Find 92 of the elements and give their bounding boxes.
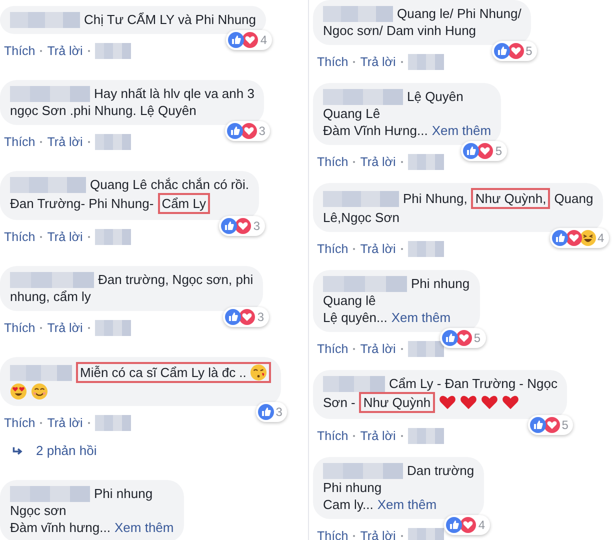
reaction-count-text: 5: [562, 418, 568, 432]
highlighted-text: Như Quỳnh: [359, 392, 435, 413]
comment-action-link[interactable]: Thích: [317, 427, 348, 445]
reaction-count-text: 5: [526, 44, 532, 58]
comment-action-link[interactable]: Thích: [317, 240, 348, 258]
comment-text: Phi Nhung,: [403, 190, 468, 207]
comment-text: Đan trường, Ngọc sơn, phi: [98, 271, 254, 288]
comment-text: Quang: [554, 190, 594, 207]
reaction-count-text: 5: [474, 331, 481, 345]
comment-text: Phi nhung: [94, 485, 153, 502]
blurred-time-icon: [408, 528, 444, 540]
reaction-count-text: 4: [260, 33, 268, 47]
blurred-time-icon: [408, 241, 444, 257]
comment-text: Hay nhất là hlv qle va anh 3: [94, 85, 254, 102]
blurred-time-icon: [94, 229, 131, 245]
comment-text: Đan Trường- Phi Nhung-: [10, 195, 154, 212]
blurred-name-icon: [323, 376, 385, 392]
comment-action-link[interactable]: Trả lời: [47, 133, 83, 151]
blurred-name-icon: [323, 276, 407, 292]
highlighted-text: Cẩm Ly: [158, 193, 210, 214]
comment-text: Lệ quyên...: [323, 309, 388, 326]
comment-action-link[interactable]: Trả lời: [47, 414, 83, 432]
comment-action-link[interactable]: Thích: [4, 414, 36, 432]
comment-action-link[interactable]: Trả lời: [360, 527, 396, 540]
comment-text: Quang Lê: [323, 105, 380, 122]
comment-action-link[interactable]: Thích: [4, 228, 36, 246]
comment-text: Sơn -: [323, 394, 356, 411]
blurred-time-icon: [94, 134, 131, 150]
comment-action-link[interactable]: Trả lời: [360, 240, 396, 258]
reaction-count-text: 4: [478, 518, 486, 532]
comment-text: Quang lê: [323, 292, 376, 309]
blurred-time-icon: [94, 320, 131, 336]
comment-action-link[interactable]: Trả lời: [360, 153, 396, 171]
see-more-link[interactable]: Xem thêm: [377, 496, 437, 513]
reaction-count-text: 5: [495, 144, 502, 158]
blurred-name-icon: [323, 88, 403, 104]
blurred-time-icon: [408, 54, 444, 70]
blurred-name-icon: [323, 462, 403, 478]
blurred-time-icon: [94, 415, 131, 431]
see-more-link[interactable]: Xem thêm: [391, 309, 451, 326]
comment-text: ngọc Sơn .phi Nhung. Lệ Quyên: [10, 102, 196, 119]
comment-text: Lê,Ngọc Sơn: [323, 209, 400, 226]
blurred-name-icon: [10, 364, 72, 380]
blurred-name-icon: [323, 190, 399, 206]
comment-action-link[interactable]: Thích: [317, 53, 348, 71]
reaction-count-text: 3: [276, 405, 282, 419]
comment-action-link[interactable]: Thích: [4, 42, 36, 60]
comment-action-link[interactable]: Thích: [317, 527, 348, 540]
comment-text: Cam ly...: [323, 496, 374, 513]
blurred-time-icon: [94, 43, 131, 59]
blurred-name-icon: [10, 176, 86, 192]
comment-action-link[interactable]: Trả lời: [47, 42, 83, 60]
comment-text: Quang le/ Phi Nhung/: [397, 5, 522, 22]
comment-action-link[interactable]: Trả lời: [360, 340, 396, 358]
comment-action-link[interactable]: Trả lời: [360, 53, 396, 71]
comment-text: Đàm vĩnh hưng...: [10, 519, 110, 536]
blurred-time-icon: [408, 154, 444, 170]
see-more-link[interactable]: Xem thêm: [432, 122, 492, 139]
comment-action-link[interactable]: Thích: [317, 340, 348, 358]
comment-text: Phi nhung: [411, 275, 470, 292]
comment-action-link[interactable]: Trả lời: [47, 228, 83, 246]
blurred-name-icon: [323, 6, 393, 22]
comment-action-link[interactable]: Thích: [4, 319, 36, 337]
blurred-time-icon: [408, 428, 444, 444]
comment-text: Ngoc sơn/ Dam vinh Hung: [323, 22, 476, 39]
reply-arrow-icon: [12, 446, 24, 456]
replies-link[interactable]: 2 phản hồi: [36, 442, 97, 460]
comment-action-link[interactable]: Trả lời: [47, 319, 83, 337]
blurred-name-icon: [10, 272, 94, 288]
see-more-link[interactable]: Xem thêm: [114, 519, 174, 536]
comment-action-link[interactable]: Thích: [317, 153, 348, 171]
comment-text: nhung, cẩm ly: [10, 288, 91, 305]
highlighted-text: Như Quỳnh,: [471, 188, 550, 209]
blurred-name-icon: [10, 486, 90, 502]
reaction-count-text: 3: [253, 219, 260, 233]
comment-action-link[interactable]: Thích: [4, 133, 36, 151]
reaction-count-text: 3: [257, 310, 264, 324]
comment-text: Cẩm Ly - Đan Trường - Ngọc: [389, 375, 558, 392]
comment-text: Ngọc sơn: [10, 502, 66, 519]
comment-text: Lệ Quyên: [407, 88, 464, 105]
reaction-count-text: 4: [598, 231, 604, 245]
reaction-count-text: 3: [258, 124, 266, 138]
blurred-name-icon: [10, 86, 90, 102]
comment-text: Quang Lê chắc chắn có rồi.: [90, 176, 249, 193]
comment-text: Đàm Vĩnh Hưng...: [323, 122, 428, 139]
highlighted-text: Miễn có ca sĩ Cẩm Ly là đc ..: [76, 362, 272, 383]
comment-text: Dan trường: [407, 462, 474, 479]
blurred-time-icon: [408, 341, 444, 357]
blurred-name-icon: [10, 12, 80, 28]
comment-action-link[interactable]: Trả lời: [360, 427, 396, 445]
comment-text: Chị Tư CẨM LY và Phi Nhung: [84, 11, 256, 28]
comment-text: Phi nhung: [323, 479, 382, 496]
